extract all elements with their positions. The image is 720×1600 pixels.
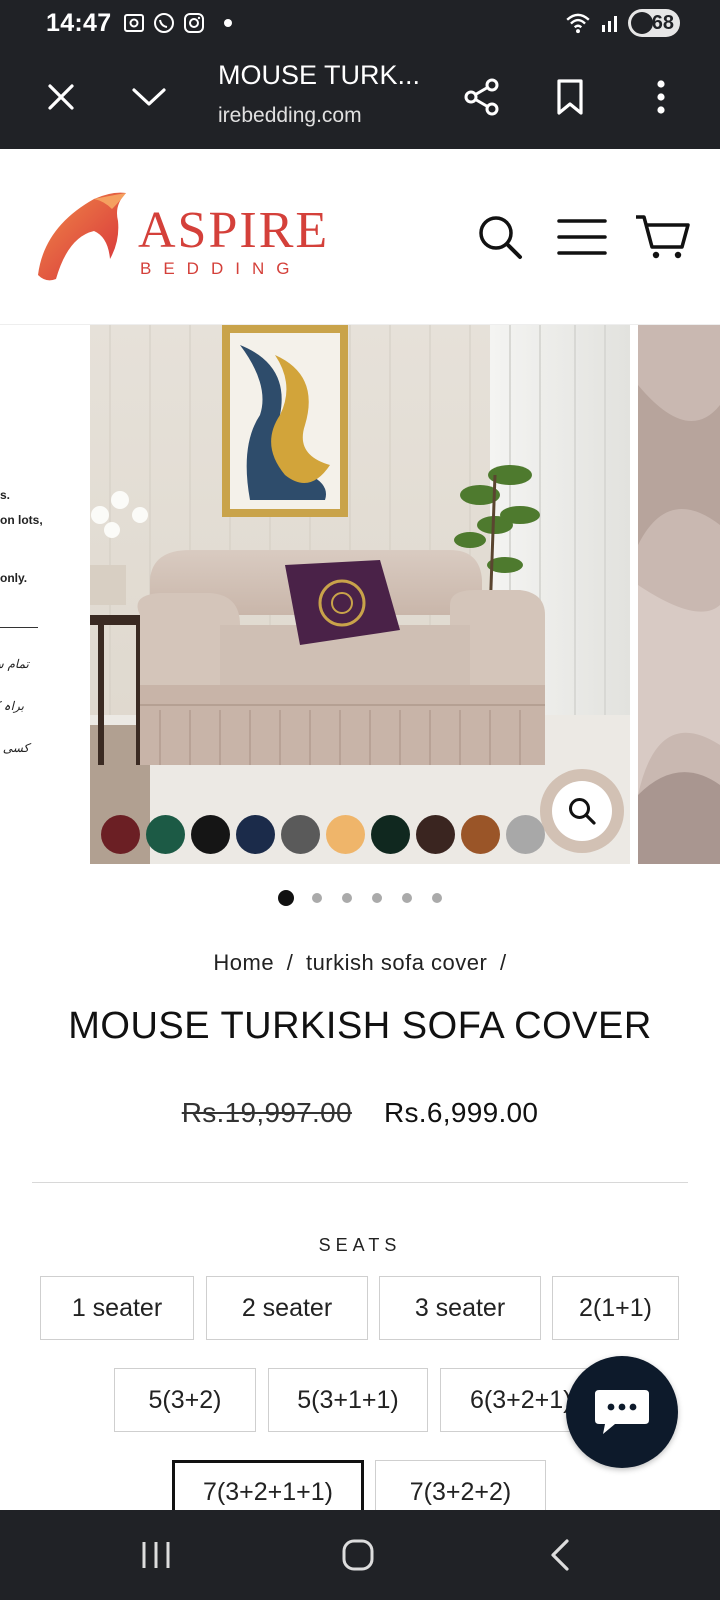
carousel-dot-5[interactable] [402,893,412,903]
status-icons-right: 68 [564,9,680,37]
slide-text-1: s. [0,488,11,502]
swatch-rust[interactable] [461,815,500,854]
seat-option-1-seater[interactable]: 1 seater [40,1276,194,1340]
whatsapp-icon [154,13,174,33]
price-row: Rs.19,997.00 Rs.6,999.00 [0,1097,720,1129]
breadcrumb-separator: / [499,950,507,975]
slide-text-2: on lots, [0,513,43,527]
system-nav-bar [0,1510,720,1600]
divider [32,1182,688,1183]
carousel-dot-6[interactable] [432,893,442,903]
page-url[interactable]: irebedding.com [218,104,362,128]
instagram-icon [184,13,204,33]
sale-price: Rs.6,999.00 [383,1097,539,1128]
cart-icon[interactable] [634,209,690,265]
swatch-navy[interactable] [236,815,275,854]
chat-icon [595,1390,649,1434]
zoom-icon [552,781,612,841]
share-icon[interactable] [457,72,507,122]
breadcrumb: Home / turkish sofa cover / [0,950,720,976]
swatch-green[interactable] [146,815,185,854]
battery-level: 68 [651,11,674,34]
logo-subtext: BEDDING [140,259,302,278]
carousel-dot-2[interactable] [312,893,322,903]
seat-option-2-1-1[interactable]: 2(1+1) [552,1276,679,1340]
gallery-prev-slide[interactable]: s. on lots, only. تمام سائز براہ کرم کسی… [0,325,82,864]
charging-icon [631,12,653,34]
product-title: MOUSE TURKISH SOFA COVER [68,1005,652,1047]
brand-logo[interactable]: ASPIRE BEDDING [34,187,334,287]
carousel-dot-3[interactable] [342,893,352,903]
breadcrumb-collection[interactable]: turkish sofa cover [306,950,487,975]
browser-toolbar: MOUSE TURK... irebedding.com [0,46,720,149]
color-swatches [101,815,545,854]
wifi-icon [566,13,590,34]
breadcrumb-home[interactable]: Home [213,950,274,975]
battery-icon: 68 [628,9,680,37]
fabric-closeup-image [638,325,720,864]
swatch-black[interactable] [191,815,230,854]
status-bar: 14:47 68 [0,0,720,46]
logo-mark-icon [38,192,126,281]
slide-urdu-3: کسی بھی [0,741,30,755]
page-title: MOUSE TURK... [218,60,421,90]
slide-divider [0,627,38,628]
more-vertical-icon[interactable] [636,72,686,122]
seat-option-2-seater[interactable]: 2 seater [206,1276,368,1340]
swatch-dark-green[interactable] [371,815,410,854]
slide-text-3: only. [0,571,28,585]
zoom-button[interactable] [540,769,624,853]
status-icons-left [122,11,232,35]
slide-urdu-1: تمام سائز [0,657,29,671]
home-icon[interactable] [328,1532,388,1578]
notification-dot [224,19,232,27]
carousel-dot-1[interactable] [278,890,294,906]
breadcrumb-separator: / [286,950,294,975]
chat-button[interactable] [566,1356,678,1468]
swatch-silver[interactable] [506,815,545,854]
swatch-brown[interactable] [416,815,455,854]
gallery-next-slide[interactable] [638,325,720,864]
status-time: 14:47 [46,9,112,37]
slide-urdu-2: براہ کرم [0,699,24,713]
swatch-maroon[interactable] [101,815,140,854]
seat-option-5-3-2[interactable]: 5(3+2) [114,1368,256,1432]
logo-text: ASPIRE [138,202,330,259]
back-icon[interactable] [530,1532,590,1578]
swatch-mustard[interactable] [326,815,365,854]
search-icon[interactable] [472,209,528,265]
screenshot-icon [124,14,144,32]
seat-option-3-seater[interactable]: 3 seater [379,1276,541,1340]
carousel-dots [278,890,462,906]
original-price: Rs.19,997.00 [181,1097,352,1128]
recent-apps-icon[interactable] [126,1532,186,1578]
product-image-gallery[interactable]: s. on lots, only. تمام سائز براہ کرم کسی… [0,325,720,864]
hamburger-menu-icon[interactable] [554,209,610,265]
chevron-down-icon[interactable] [124,72,174,122]
close-icon[interactable] [36,72,86,122]
bookmark-icon[interactable] [545,72,595,122]
signal-icon [602,16,617,32]
swatch-grey[interactable] [281,815,320,854]
seat-option-5-3-1-1[interactable]: 5(3+1+1) [268,1368,428,1432]
seats-label: SEATS [318,1235,402,1255]
carousel-dot-4[interactable] [372,893,382,903]
site-header: ASPIRE BEDDING [0,149,720,325]
